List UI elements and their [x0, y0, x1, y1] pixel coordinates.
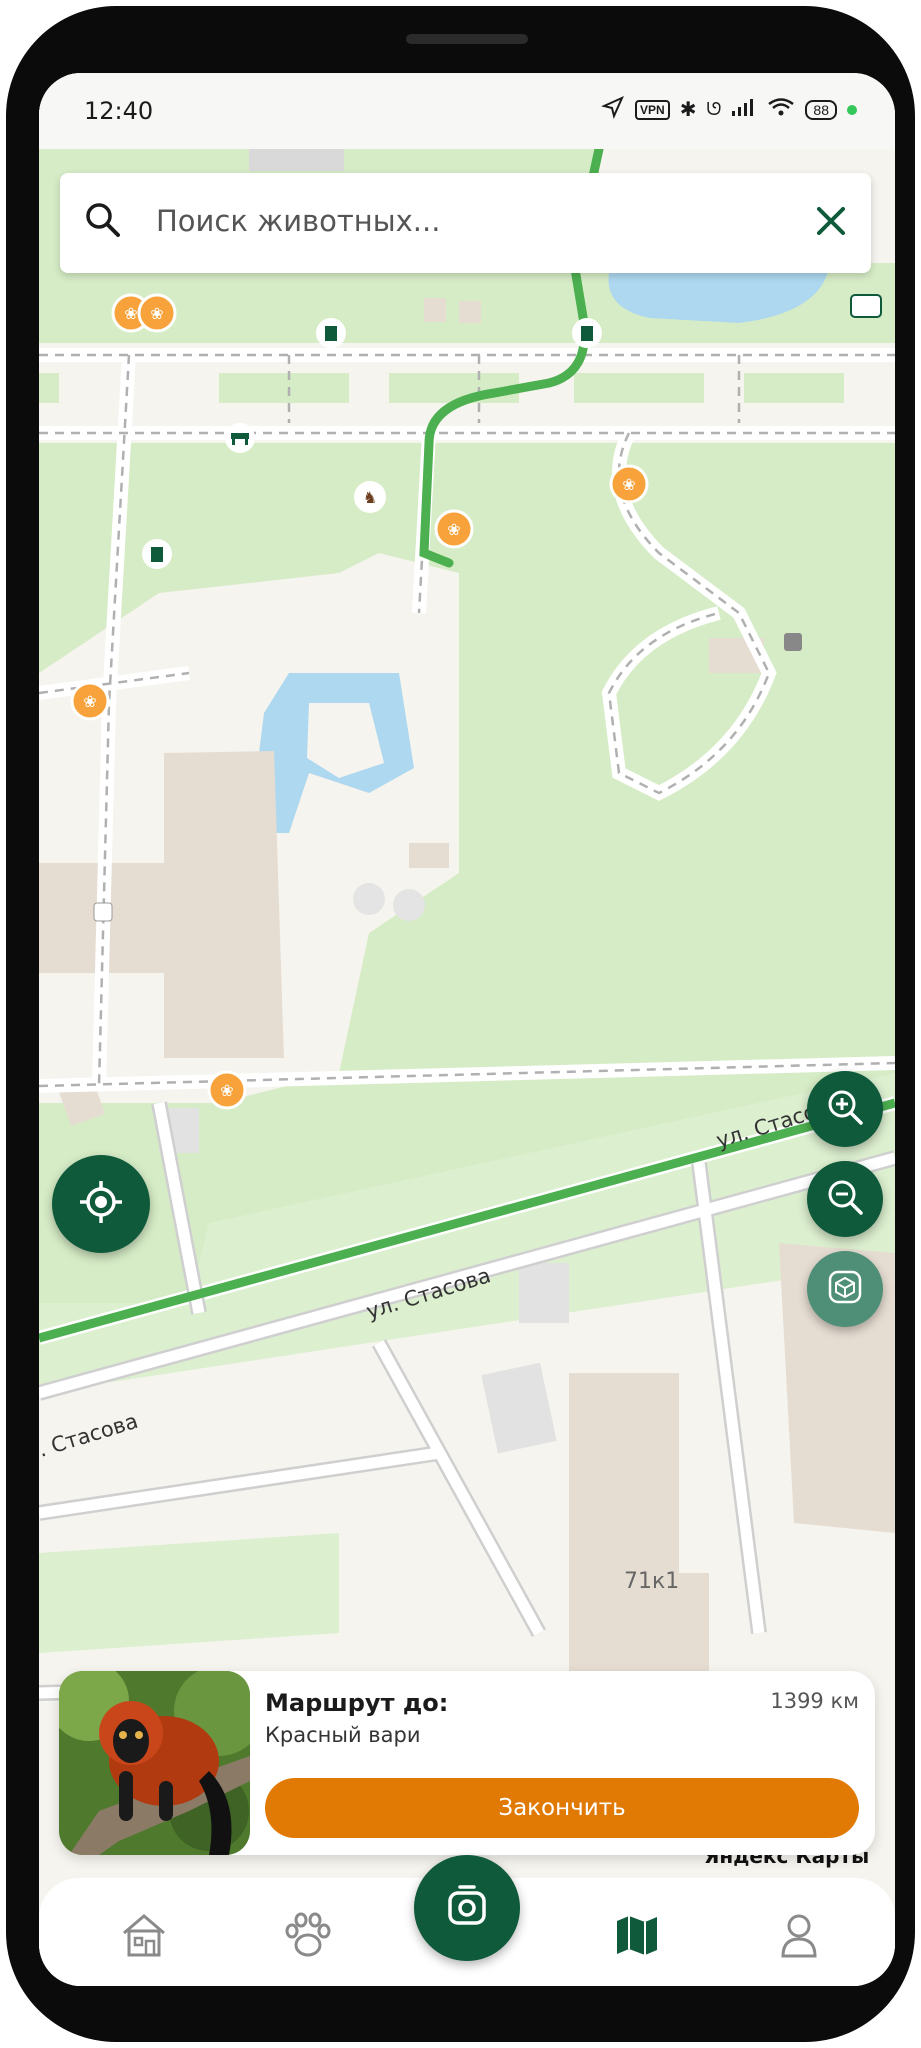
entrance-marker[interactable]	[93, 902, 113, 922]
svg-text:❀: ❀	[124, 304, 137, 323]
route-card: Маршрут до: Красный вари 1399 км Закончи…	[59, 1671, 875, 1855]
nav-animals[interactable]	[273, 1902, 343, 1972]
my-location-button[interactable]	[52, 1155, 150, 1253]
nav-home[interactable]	[109, 1902, 179, 1972]
nav-profile[interactable]	[764, 1902, 834, 1972]
phone-frame: ул. Стасова ул. Стасова . Стасова 71к1 Я…	[6, 6, 915, 2042]
svg-text:❀: ❀	[150, 304, 163, 323]
search-icon[interactable]	[82, 199, 126, 248]
battery-indicator: 88	[805, 99, 837, 120]
crosshair-icon	[76, 1177, 126, 1232]
route-title: Маршрут до:	[265, 1689, 449, 1717]
nav-map[interactable]	[602, 1902, 672, 1972]
3d-view-button[interactable]	[807, 1251, 883, 1327]
status-icons: VPN ✱ ᘎ 88	[600, 95, 857, 124]
bench-marker[interactable]	[225, 423, 255, 453]
paw-icon	[280, 1907, 336, 1968]
privacy-dot	[847, 104, 857, 115]
camera-button[interactable]	[414, 1855, 520, 1961]
screen: ул. Стасова ул. Стасова . Стасова 71к1 Я…	[39, 73, 895, 1986]
paw-marker[interactable]	[111, 293, 177, 333]
route-distance: 1399 км	[770, 1689, 859, 1713]
signal-icon	[731, 97, 757, 122]
status-time: 12:40	[84, 97, 154, 125]
speaker-grille	[406, 34, 528, 44]
trash-marker[interactable]	[142, 539, 172, 569]
trash-marker[interactable]	[316, 318, 346, 348]
zoom-in-button[interactable]	[807, 1071, 883, 1147]
vpn-badge: VPN	[635, 99, 670, 120]
earbuds-icon: ᘎ	[706, 99, 722, 119]
zoom-out-icon	[824, 1176, 866, 1223]
profile-icon	[773, 1909, 825, 1966]
svg-text:❀: ❀	[622, 475, 635, 494]
book-marker[interactable]	[850, 294, 882, 318]
search-bar[interactable]: Поиск животных...	[60, 173, 871, 273]
svg-text:❀: ❀	[447, 520, 460, 539]
horse-marker[interactable]: ♞	[354, 481, 386, 513]
wifi-icon	[767, 97, 795, 122]
location-icon	[600, 95, 625, 124]
route-destination: Красный вари	[265, 1723, 421, 1747]
zoom-out-button[interactable]	[807, 1161, 883, 1237]
status-bar: 12:40 VPN ✱ ᘎ 88	[39, 73, 895, 149]
cube-icon	[825, 1267, 865, 1312]
bluetooth-icon: ✱	[679, 99, 697, 121]
map-icon	[611, 1909, 663, 1966]
zoom-in-icon	[824, 1086, 866, 1133]
home-icon	[118, 1909, 170, 1966]
svg-text:♞: ♞	[363, 490, 377, 507]
svg-text:❀: ❀	[220, 1081, 233, 1100]
building-number: 71к1	[624, 1569, 679, 1594]
finish-route-button[interactable]: Закончить	[265, 1778, 859, 1838]
search-input[interactable]: Поиск животных...	[156, 204, 440, 238]
trash-marker[interactable]	[572, 318, 602, 348]
info-marker[interactable]	[784, 633, 802, 651]
animal-photo	[59, 1671, 250, 1855]
camera-icon	[442, 1881, 492, 1936]
close-icon[interactable]	[811, 201, 851, 246]
svg-text:❀: ❀	[83, 692, 96, 711]
